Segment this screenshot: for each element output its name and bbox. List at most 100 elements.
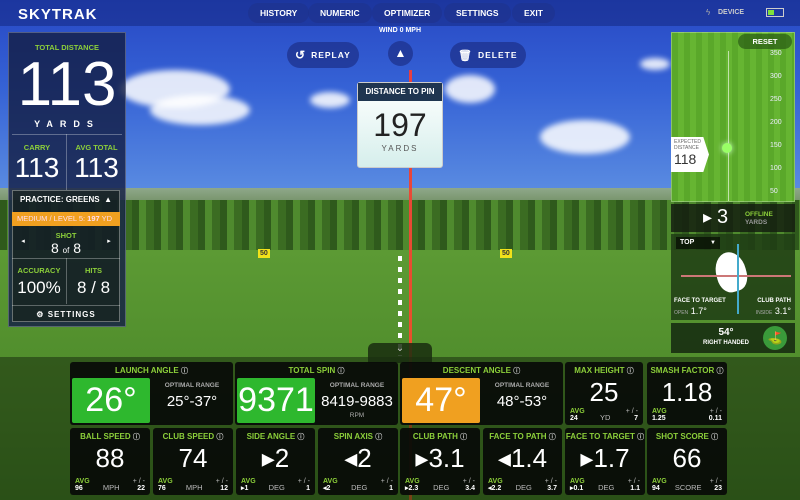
metric-value: 1.18 <box>661 377 713 407</box>
spin-axis-card[interactable]: SPIN AXIS ⓘ ◂2 AVG ◂2 DEG + / -1 <box>318 428 398 495</box>
delete-button[interactable]: 🗑 DELETE <box>450 42 526 68</box>
metric-avg: 24 <box>570 415 578 422</box>
club-path-value: 3.1° <box>774 306 791 316</box>
prev-shot-button[interactable]: ◂ <box>14 229 32 255</box>
carry-value: 113 <box>14 152 60 183</box>
info-icon[interactable]: ⓘ <box>717 368 724 375</box>
avg-total-label: AVG TOTAL <box>75 143 118 152</box>
distance-to-pin-card: DISTANCE TO PIN 197 YARDS <box>357 82 443 168</box>
collapse-panel-button[interactable]: ⌄ <box>368 343 432 363</box>
club-select-icon[interactable]: ⛳ <box>763 326 787 350</box>
next-shot-button[interactable]: ▸ <box>100 229 118 255</box>
distance-to-pin-label: DISTANCE TO PIN <box>358 83 442 101</box>
distance-scale-label: 50 <box>770 188 778 195</box>
max-height-card[interactable]: MAX HEIGHT ⓘ 25 AVG 24 YD + / -7 <box>565 362 643 425</box>
face-to-target-card[interactable]: FACE TO TARGET ⓘ ▸1.7 AVG ▸0.1 DEG + / -1… <box>565 428 645 495</box>
metric-value: ▸3.1 <box>415 443 465 473</box>
smash-factor-card[interactable]: SMASH FACTOR ⓘ 1.18 AVG 1.25 + / -0.11 <box>647 362 727 425</box>
metric-avg: 96 <box>75 485 83 492</box>
hits-value: 8 / 8 <box>76 278 111 297</box>
metric-avg: 94 <box>652 485 660 492</box>
info-icon[interactable]: ⓘ <box>133 434 140 441</box>
metric-deviation: 3.4 <box>465 485 475 492</box>
side-angle-card[interactable]: SIDE ANGLE ⓘ ▸2 AVG ▸1 DEG + / -1 <box>236 428 315 495</box>
descent-value: 47° <box>402 378 480 423</box>
metric-avg: ▸1 <box>241 485 249 492</box>
distance-scale-label: 250 <box>770 96 782 103</box>
avg-total-value: 113 <box>74 152 119 183</box>
metric-deviation: 1.1 <box>630 485 640 492</box>
nav-exit[interactable]: EXIT <box>512 3 555 23</box>
metric-deviation: 1 <box>306 485 310 492</box>
metric-avg: ◂2 <box>323 485 331 492</box>
spin-card[interactable]: TOTAL SPIN ⓘ 9371 OPTIMAL RANGE 8419-9883… <box>235 362 398 425</box>
metric-value: 88 <box>95 443 125 473</box>
metric-deviation: 12 <box>220 485 228 492</box>
device-label: DEVICE <box>718 9 745 16</box>
info-icon[interactable]: ⓘ <box>216 434 223 441</box>
metric-unit: YD <box>599 413 611 422</box>
nav-numeric[interactable]: NUMERIC <box>308 3 372 23</box>
yardage-marker: 50 <box>500 249 512 258</box>
info-icon[interactable]: ⓘ <box>513 368 520 375</box>
info-icon[interactable]: ⓘ <box>637 434 644 441</box>
offline-readout: ▸ 3 OFFLINE YARDS <box>671 204 795 232</box>
ball-landing-dot <box>722 143 732 153</box>
spin-optimal-range: 8419-9883 <box>321 393 393 410</box>
level-yardage: 197 <box>87 214 100 223</box>
total-distance-unit: YARDS <box>34 119 100 129</box>
launch-card[interactable]: LAUNCH ANGLE ⓘ 26° OPTIMAL RANGE 25°-37° <box>70 362 233 425</box>
expected-distance-value: 118 <box>674 151 697 167</box>
accuracy-value: 100% <box>17 278 61 297</box>
info-icon[interactable]: ⓘ <box>627 368 634 375</box>
distance-to-pin-value: 197 <box>373 107 427 143</box>
shot-counter: 8 of 8 <box>50 240 82 256</box>
info-icon[interactable]: ⓘ <box>460 434 467 441</box>
nav-optimizer[interactable]: OPTIMIZER <box>372 3 443 23</box>
nav-history[interactable]: HISTORY <box>248 3 310 23</box>
descent-optimal-range: 48°-53° <box>496 393 548 410</box>
total-distance-value: 113 <box>17 50 117 119</box>
info-icon[interactable]: ⓘ <box>375 434 382 441</box>
accuracy-label: ACCURACY <box>17 266 61 275</box>
ball-speed-card[interactable]: BALL SPEED ⓘ 88 AVG 96 MPH + / -22 <box>70 428 150 495</box>
descent-card[interactable]: DESCENT ANGLE ⓘ 47° OPTIMAL RANGE 48°-53° <box>400 362 563 425</box>
metric-deviation: 7 <box>634 415 638 422</box>
metric-value: ▸1.7 <box>580 443 630 473</box>
target-line <box>398 256 402 356</box>
distance-scale-label: 100 <box>770 165 782 172</box>
metric-avg: 1.25 <box>652 415 666 422</box>
info-icon[interactable]: ⓘ <box>337 368 344 375</box>
distance-scale-label: 350 <box>770 50 782 57</box>
view-dropdown[interactable]: TOP ▼ <box>676 237 720 249</box>
info-icon[interactable]: ⓘ <box>549 434 556 441</box>
club-speed-card[interactable]: CLUB SPEED ⓘ 74 AVG 76 MPH + / -12 <box>153 428 233 495</box>
club-path-card[interactable]: CLUB PATH ⓘ ▸3.1 AVG ▸2.3 DEG + / -3.4 <box>400 428 480 495</box>
offline-direction-icon: ▸ <box>703 207 713 227</box>
carry-label: CARRY <box>23 143 51 152</box>
chevron-down-icon: ⌄ <box>395 343 405 354</box>
launch-optimal-range: 25°-37° <box>166 393 218 410</box>
club-head-icon <box>711 248 751 296</box>
wind-readout: WIND 0 MPH <box>379 27 421 34</box>
info-icon[interactable]: ⓘ <box>711 434 718 441</box>
info-icon[interactable]: ⓘ <box>297 434 304 441</box>
info-icon[interactable]: ⓘ <box>181 368 188 375</box>
settings-button[interactable]: ⚙ SETTINGS <box>12 305 120 322</box>
face-to-target-value: 1.7° <box>690 306 707 316</box>
level-bar: MEDIUM / LEVEL 5: 197 YD <box>12 212 120 226</box>
metric-avg: ◂2.2 <box>488 485 502 492</box>
shot-score-card[interactable]: SHOT SCORE ⓘ 66 AVG 94 SCORE + / -23 <box>647 428 727 495</box>
metric-deviation: 3.7 <box>547 485 557 492</box>
metric-value: 74 <box>178 443 208 473</box>
offline-value: 3 <box>717 206 729 228</box>
face-to-path-card[interactable]: FACE TO PATH ⓘ ◂1.4 AVG ◂2.2 DEG + / -3.7 <box>483 428 562 495</box>
club-info: 54° RIGHT HANDED ⛳ <box>671 323 795 353</box>
practice-mode-toggle[interactable]: PRACTICE: GREENS ▲ <box>12 195 120 204</box>
metric-unit: MPH <box>102 483 120 492</box>
reset-button[interactable]: RESET <box>738 34 792 49</box>
club-loft: 54° <box>718 327 734 338</box>
metric-value: ◂2 <box>344 443 372 473</box>
replay-button[interactable]: ↺ REPLAY <box>287 42 359 68</box>
nav-settings[interactable]: SETTINGS <box>444 3 511 23</box>
